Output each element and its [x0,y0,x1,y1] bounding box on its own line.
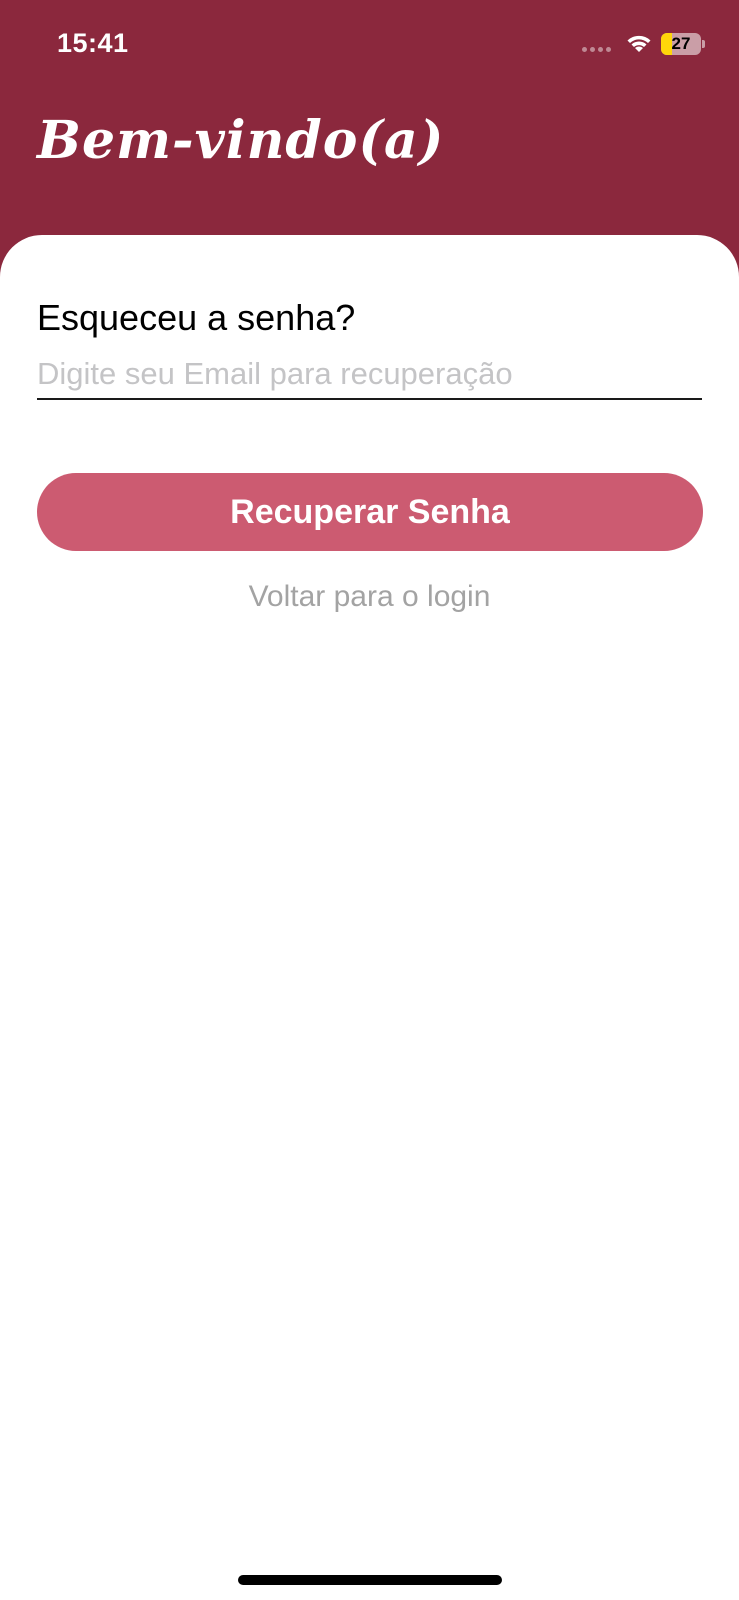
cellular-signal-icon [582,47,611,52]
wifi-icon [627,35,651,52]
status-bar: 15:41 27 [0,0,739,90]
battery-level: 27 [671,34,691,53]
home-indicator [238,1575,502,1585]
recovery-card: Esqueceu a senha? Recuperar Senha Voltar… [0,235,739,1600]
email-field[interactable] [37,350,702,400]
battery-icon: 27 [661,33,705,55]
recover-password-button[interactable]: Recuperar Senha [37,473,703,551]
status-time: 15:41 [57,28,129,58]
form-heading: Esqueceu a senha? [37,297,356,338]
page-title: Bem-vindo(a) [37,110,445,171]
back-to-login-link[interactable]: Voltar para o login [0,580,739,614]
